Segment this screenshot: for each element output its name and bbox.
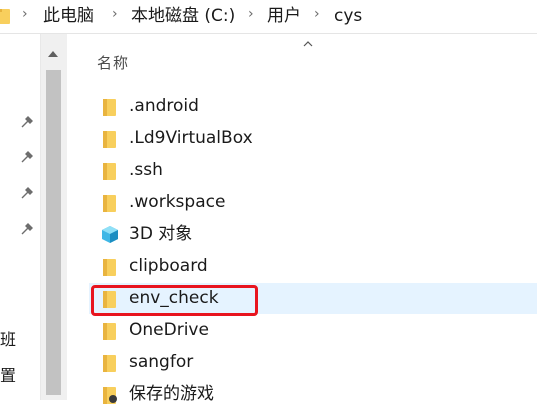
pin-icon[interactable] <box>21 149 35 163</box>
file-name: 3D 对象 <box>129 224 193 244</box>
breadcrumb-this-pc[interactable]: 此电脑 <box>43 5 94 27</box>
list-item[interactable]: .android <box>89 91 537 122</box>
breadcrumb-local-disk[interactable]: 本地磁盘 (C:) <box>131 5 235 27</box>
chevron-right-icon[interactable]: › <box>314 6 320 22</box>
file-name: 保存的游戏 <box>129 384 214 404</box>
file-name: clipboard <box>129 256 208 276</box>
list-item[interactable]: sangfor <box>89 347 537 378</box>
list-item[interactable]: OneDrive <box>89 315 537 346</box>
column-header-name[interactable]: 名称 <box>97 52 129 73</box>
list-item[interactable]: .Ld9VirtualBox <box>89 123 537 154</box>
breadcrumb-cys[interactable]: cys <box>334 5 362 27</box>
chevron-right-icon[interactable]: › <box>22 6 28 22</box>
file-name: .Ld9VirtualBox <box>129 128 253 148</box>
folder-icon <box>103 355 116 372</box>
folder-icon <box>0 9 10 24</box>
address-bar[interactable]: › 此电脑 › 本地磁盘 (C:) › 用户 › cys <box>0 0 537 34</box>
nav-item-label[interactable]: 班 <box>0 326 16 350</box>
folder-icon <box>103 323 116 340</box>
file-name: OneDrive <box>129 320 209 340</box>
folder-icon <box>103 195 116 212</box>
file-name: sangfor <box>129 352 194 372</box>
pin-icon[interactable] <box>21 221 35 235</box>
chevron-right-icon[interactable]: › <box>248 6 254 22</box>
folder-icon <box>103 259 116 276</box>
list-item[interactable]: .workspace <box>89 187 537 218</box>
annotation-highlight-box <box>91 285 258 316</box>
file-name: .workspace <box>129 192 226 212</box>
nav-item-label[interactable]: 置 <box>0 362 16 386</box>
file-name: .ssh <box>129 160 163 180</box>
list-item[interactable]: 3D 对象 <box>89 219 537 250</box>
chevron-right-icon[interactable]: › <box>112 6 118 22</box>
sort-ascending-icon[interactable] <box>303 40 313 47</box>
pin-icon[interactable] <box>21 185 35 199</box>
saved-games-icon <box>103 387 117 404</box>
3d-objects-icon <box>102 226 118 243</box>
nav-scrollbar[interactable] <box>40 34 68 400</box>
folder-icon <box>103 131 116 148</box>
pin-icon[interactable] <box>21 114 35 128</box>
folder-icon <box>103 163 116 180</box>
file-name: .android <box>129 96 199 116</box>
folder-icon <box>103 99 116 116</box>
list-item[interactable]: .ssh <box>89 155 537 186</box>
list-item[interactable]: 保存的游戏 <box>89 379 537 410</box>
breadcrumb-users[interactable]: 用户 <box>267 5 301 27</box>
scroll-thumb[interactable] <box>46 70 61 395</box>
scroll-up-arrow-icon[interactable] <box>48 51 58 57</box>
list-item[interactable]: clipboard <box>89 251 537 282</box>
